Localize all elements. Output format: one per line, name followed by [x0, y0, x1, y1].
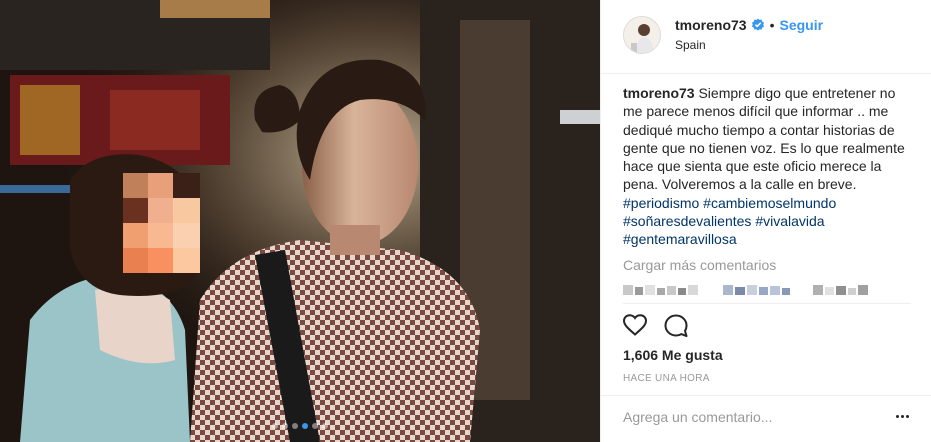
- section-divider: [601, 395, 931, 396]
- likes-count[interactable]: 1,606 Me gusta: [623, 347, 723, 363]
- hashtag-link[interactable]: #gentemaravillosa: [623, 231, 737, 247]
- comment-bubble-icon[interactable]: [663, 313, 689, 339]
- caption-username[interactable]: tmoreno73: [623, 85, 695, 101]
- section-divider: [623, 303, 911, 304]
- follow-button[interactable]: Seguir: [779, 17, 823, 33]
- hashtag-link[interactable]: #vivalavida: [755, 213, 824, 229]
- hashtag-link[interactable]: #soñaresdevalientes: [623, 213, 751, 229]
- verified-badge-icon: [751, 18, 765, 32]
- carousel-dot[interactable]: [322, 423, 328, 429]
- carousel-dot[interactable]: [282, 423, 288, 429]
- more-options-icon[interactable]: [891, 407, 913, 425]
- carousel-indicator[interactable]: [0, 423, 600, 429]
- add-comment-input[interactable]: [623, 405, 873, 429]
- hashtag-link[interactable]: #cambiemoselmundo: [703, 195, 836, 211]
- username-link[interactable]: tmoreno73: [675, 17, 747, 33]
- carousel-dot[interactable]: [312, 423, 318, 429]
- post-header: tmoreno73 • Seguir Spain: [601, 0, 931, 74]
- photo-illustration: [0, 0, 600, 442]
- location-link[interactable]: Spain: [675, 38, 706, 52]
- pixelated-face: [123, 173, 200, 273]
- avatar[interactable]: [623, 16, 661, 54]
- post-photo[interactable]: [0, 0, 600, 442]
- separator-dot: •: [769, 17, 775, 33]
- heart-icon[interactable]: [622, 313, 648, 337]
- post-caption: tmoreno73 Siempre digo que entretener no…: [623, 84, 918, 249]
- post-timestamp[interactable]: HACE UNA HORA: [623, 373, 710, 384]
- carousel-dot[interactable]: [292, 423, 298, 429]
- hashtag-link[interactable]: #periodismo: [623, 195, 699, 211]
- blurred-comment: [623, 285, 868, 295]
- caption-text: Siempre digo que entretener no me parece…: [623, 85, 905, 193]
- carousel-dot[interactable]: [272, 423, 278, 429]
- load-more-comments-button[interactable]: Cargar más comentarios: [623, 257, 776, 273]
- carousel-dot[interactable]: [302, 423, 308, 429]
- post-side-panel: tmoreno73 • Seguir Spain tmoreno73 Siemp…: [600, 0, 931, 442]
